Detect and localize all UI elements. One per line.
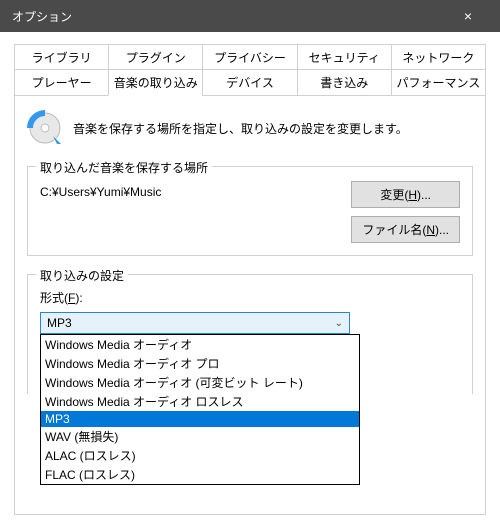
format-dropdown-list: Windows Media オーディオ Windows Media オーディオ … [40, 334, 360, 485]
rip-icon [27, 110, 63, 146]
tab-network[interactable]: ネットワーク [391, 44, 486, 70]
tab-performance[interactable]: パフォーマンス [391, 69, 486, 95]
tab-privacy[interactable]: プライバシー [202, 44, 296, 70]
format-option[interactable]: WAV (無損失) [41, 427, 359, 446]
format-selected[interactable]: MP3 ⌄ [40, 312, 350, 334]
storage-group: 取り込んだ音楽を保存する場所 C:¥Users¥Yumi¥Music 変更(H)… [27, 166, 473, 256]
format-option[interactable]: Windows Media オーディオ (可変ビット レート) [41, 373, 359, 392]
format-option[interactable]: Windows Media オーディオ プロ [41, 354, 359, 373]
storage-group-title: 取り込んだ音楽を保存する場所 [36, 159, 212, 176]
window-title: オプション [12, 8, 72, 25]
format-option[interactable]: ALAC (ロスレス) [41, 446, 359, 465]
tab-rip-music[interactable]: 音楽の取り込み [108, 69, 202, 96]
intro-text: 音楽を保存する場所を指定し、取り込みの設定を変更します。 [73, 120, 408, 137]
settings-group: 取り込みの設定 形式(F): MP3 ⌄ Windows Media オーディオ… [27, 274, 473, 394]
chevron-down-icon: ⌄ [335, 318, 343, 329]
storage-path: C:¥Users¥Yumi¥Music [40, 181, 161, 199]
settings-group-title: 取り込みの設定 [36, 267, 128, 284]
tab-plugin[interactable]: プラグイン [108, 44, 202, 70]
filename-button[interactable]: ファイル名(N)... [351, 216, 460, 243]
tab-device[interactable]: デバイス [202, 69, 296, 95]
tab-security[interactable]: セキュリティ [297, 44, 391, 70]
format-option[interactable]: MP3 [41, 411, 359, 427]
format-combobox[interactable]: MP3 ⌄ Windows Media オーディオ Windows Media … [40, 312, 350, 334]
intro-row: 音楽を保存する場所を指定し、取り込みの設定を変更します。 [27, 110, 473, 146]
change-button[interactable]: 変更(H)... [351, 181, 460, 208]
tab-burn[interactable]: 書き込み [297, 69, 391, 95]
titlebar: オプション × [0, 0, 500, 32]
format-label: 形式(F): [40, 289, 460, 306]
format-option[interactable]: Windows Media オーディオ ロスレス [41, 392, 359, 411]
tab-strip: ライブラリ プラグイン プライバシー セキュリティ ネットワーク プレーヤー 音… [14, 44, 486, 95]
tab-library[interactable]: ライブラリ [14, 44, 108, 70]
format-option[interactable]: FLAC (ロスレス) [41, 465, 359, 484]
close-icon[interactable]: × [448, 8, 488, 24]
format-option[interactable]: Windows Media オーディオ [41, 335, 359, 354]
content: ライブラリ プラグイン プライバシー セキュリティ ネットワーク プレーヤー 音… [0, 32, 500, 527]
tab-panel: 音楽を保存する場所を指定し、取り込みの設定を変更します。 取り込んだ音楽を保存す… [14, 95, 486, 515]
tab-player[interactable]: プレーヤー [14, 69, 108, 95]
